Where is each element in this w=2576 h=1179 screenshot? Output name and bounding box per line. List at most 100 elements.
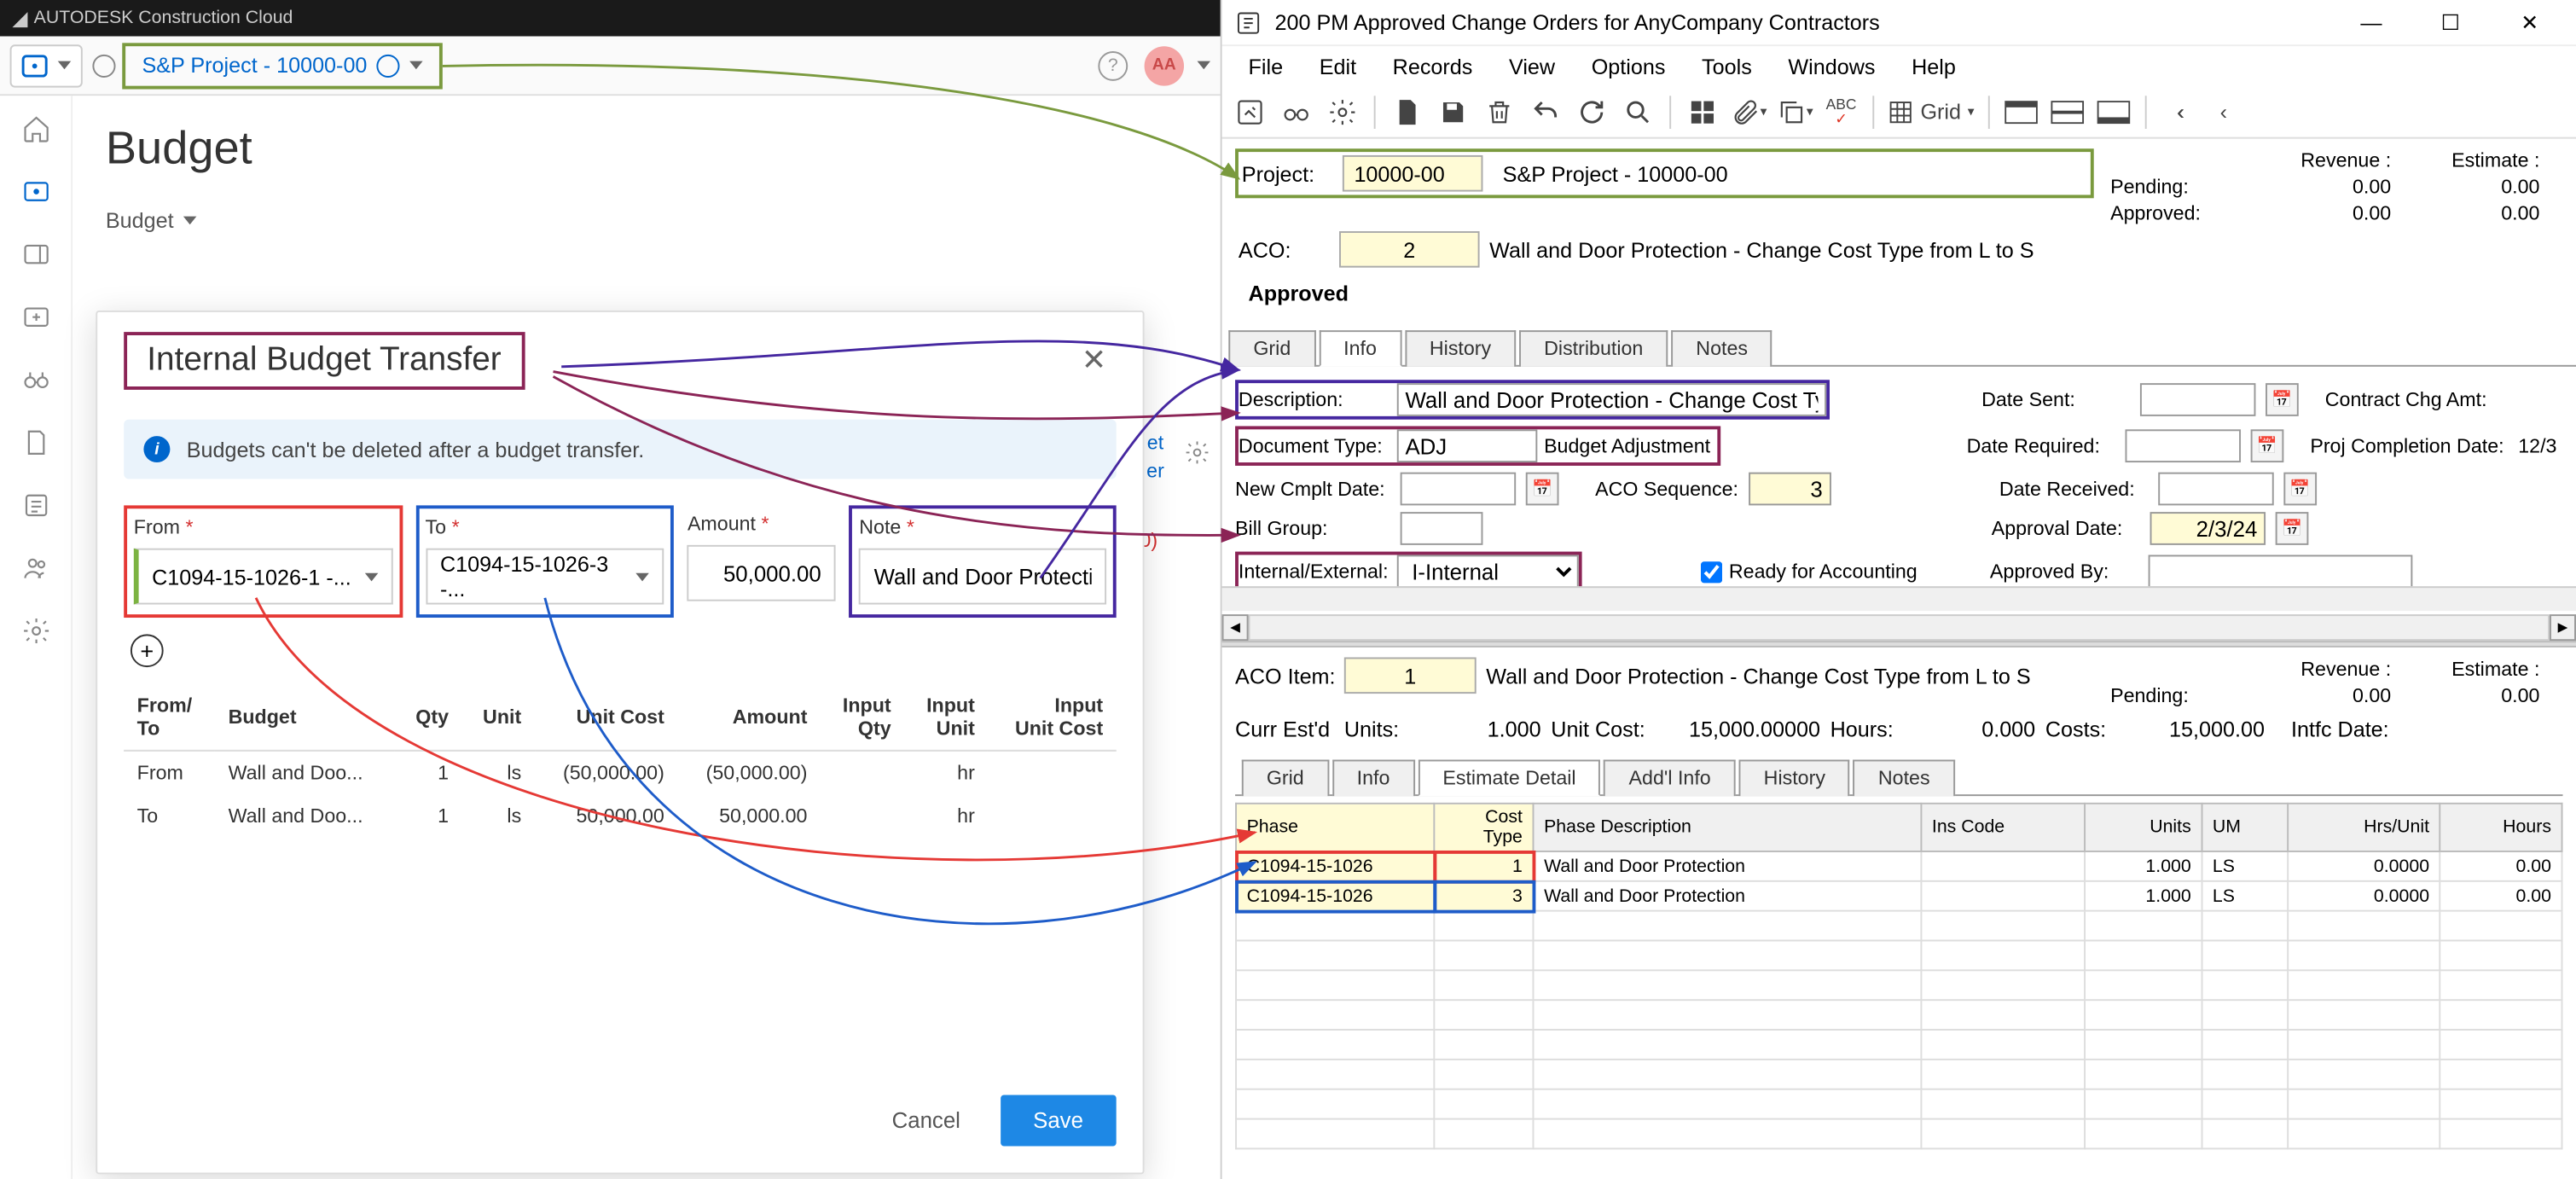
est-header[interactable]: Cost Type bbox=[1434, 804, 1533, 851]
tab-distribution[interactable]: Distribution bbox=[1519, 330, 1668, 367]
tab-addlinfo[interactable]: Add'l Info bbox=[1604, 760, 1736, 797]
home-icon[interactable] bbox=[19, 113, 52, 146]
aco-num-box[interactable]: 2 bbox=[1339, 231, 1480, 268]
menu-options[interactable]: Options bbox=[1575, 50, 1681, 82]
gear-icon[interactable] bbox=[1325, 93, 1361, 130]
binoculars-icon[interactable] bbox=[1278, 93, 1314, 130]
chevron-down-icon[interactable] bbox=[1198, 61, 1210, 70]
sub-nav[interactable]: Budget bbox=[106, 208, 1187, 233]
app-switcher[interactable] bbox=[10, 44, 83, 86]
menu-view[interactable]: View bbox=[1493, 50, 1572, 82]
from-select[interactable]: C1094-15-1026-1 -... bbox=[134, 549, 392, 605]
amount-input[interactable] bbox=[688, 545, 836, 601]
module-icon[interactable] bbox=[19, 238, 52, 271]
back-icon[interactable]: ‹ bbox=[2206, 93, 2242, 130]
splitter[interactable] bbox=[1222, 641, 2576, 648]
est-row[interactable]: C1094-15-10261Wall and Door Protection1.… bbox=[1236, 851, 2562, 881]
save-button[interactable]: Save bbox=[1000, 1095, 1116, 1147]
acoitem-box[interactable]: 1 bbox=[1344, 657, 1477, 694]
tab-notes[interactable]: Notes bbox=[1854, 760, 1955, 797]
minimize-button[interactable]: — bbox=[2338, 3, 2404, 42]
intext-select[interactable]: I-Internal bbox=[1397, 555, 1579, 588]
list-icon[interactable] bbox=[19, 489, 52, 522]
doctype-input[interactable] bbox=[1397, 429, 1538, 462]
approvedby-input[interactable] bbox=[2149, 555, 2413, 588]
doc-icon[interactable] bbox=[19, 426, 52, 459]
project-num-box[interactable]: 10000-00 bbox=[1343, 155, 1483, 192]
budget-icon[interactable] bbox=[19, 175, 52, 208]
daterec-input[interactable] bbox=[2158, 473, 2274, 506]
est-header[interactable]: UM bbox=[2202, 804, 2289, 851]
attachment-icon[interactable]: ▾ bbox=[1731, 93, 1767, 130]
acoseq-input[interactable] bbox=[1749, 473, 1831, 506]
gear-icon[interactable] bbox=[1184, 439, 1210, 471]
newcmplt-input[interactable] bbox=[1401, 473, 1517, 506]
calendar-icon[interactable]: 📅 bbox=[2276, 512, 2309, 545]
ready-checkbox[interactable]: Ready for Accounting bbox=[1701, 560, 1917, 583]
menu-tools[interactable]: Tools bbox=[1685, 50, 1768, 82]
close-button[interactable]: ✕ bbox=[2497, 3, 2562, 42]
copy-icon[interactable]: ▾ bbox=[1777, 93, 1813, 130]
edit-icon[interactable] bbox=[1232, 93, 1268, 130]
grid-view-button[interactable]: Grid ▾ bbox=[1888, 93, 1975, 130]
est-header[interactable]: Hours bbox=[2440, 804, 2562, 851]
menu-file[interactable]: File bbox=[1232, 50, 1299, 82]
calendar-icon[interactable]: 📅 bbox=[2266, 383, 2299, 416]
tab-notes[interactable]: Notes bbox=[1671, 330, 1772, 367]
calendar-icon[interactable]: 📅 bbox=[2283, 473, 2317, 506]
panel3-icon[interactable] bbox=[2095, 93, 2132, 130]
cancel-button[interactable]: Cancel bbox=[868, 1095, 983, 1147]
scroll-left-button[interactable]: ◄ bbox=[1222, 614, 1249, 641]
est-header[interactable]: Hrs/Unit bbox=[2289, 804, 2440, 851]
close-icon[interactable]: ✕ bbox=[1082, 344, 1106, 379]
tab-grid[interactable]: Grid bbox=[1228, 330, 1315, 367]
tab-info[interactable]: Info bbox=[1319, 330, 1401, 367]
calendar-icon[interactable]: 📅 bbox=[2251, 429, 2284, 462]
desc-input[interactable] bbox=[1397, 383, 1826, 416]
spellcheck-icon[interactable]: ABC✓ bbox=[1823, 93, 1859, 130]
est-header[interactable]: Phase Description bbox=[1533, 804, 1921, 851]
to-select[interactable]: C1094-15-1026-3 -... bbox=[426, 549, 664, 605]
menu-windows[interactable]: Windows bbox=[1772, 50, 1892, 82]
tab-estimatedetail[interactable]: Estimate Detail bbox=[1418, 760, 1600, 797]
note-input[interactable] bbox=[859, 549, 1106, 605]
help-icon[interactable]: ? bbox=[1098, 50, 1128, 80]
estimate-detail-table: PhaseCost TypePhase DescriptionIns CodeU… bbox=[1235, 803, 2562, 1150]
approvaldate-input[interactable] bbox=[2150, 512, 2266, 545]
datereq-input[interactable] bbox=[2126, 429, 2242, 462]
est-header[interactable]: Phase bbox=[1236, 804, 1434, 851]
tab-history[interactable]: History bbox=[1739, 760, 1850, 797]
grid-style-icon[interactable] bbox=[1685, 93, 1721, 130]
collapse-icon[interactable]: ‹‹ bbox=[2159, 93, 2196, 130]
tab-grid[interactable]: Grid bbox=[1242, 760, 1329, 797]
refresh-icon[interactable] bbox=[1574, 93, 1610, 130]
est-row[interactable]: C1094-15-10263Wall and Door Protection1.… bbox=[1236, 881, 2562, 911]
settings-icon[interactable] bbox=[19, 614, 52, 648]
panel2-icon[interactable] bbox=[2049, 93, 2086, 130]
menu-edit[interactable]: Edit bbox=[1303, 50, 1372, 82]
menu-help[interactable]: Help bbox=[1895, 50, 1973, 82]
trash-icon[interactable] bbox=[1482, 93, 1518, 130]
new-icon[interactable] bbox=[1389, 93, 1425, 130]
tab-info[interactable]: Info bbox=[1332, 760, 1415, 797]
project-selector[interactable]: S&P Project - 10000-00 bbox=[122, 42, 443, 88]
tab-history[interactable]: History bbox=[1405, 330, 1516, 367]
datesent-input[interactable] bbox=[2140, 383, 2256, 416]
billgroup-input[interactable] bbox=[1401, 512, 1483, 545]
maximize-button[interactable]: ☐ bbox=[2417, 3, 2483, 42]
scroll-right-button[interactable]: ► bbox=[2550, 614, 2576, 641]
search-icon[interactable] bbox=[1620, 93, 1656, 130]
avatar[interactable]: AA bbox=[1145, 45, 1184, 84]
undo-icon[interactable] bbox=[1528, 93, 1564, 130]
calendar-icon[interactable]: 📅 bbox=[1526, 473, 1559, 506]
add-row-button[interactable]: + bbox=[131, 634, 164, 667]
import-icon[interactable] bbox=[19, 300, 52, 334]
panel1-icon[interactable] bbox=[2002, 93, 2039, 130]
binoculars-icon[interactable] bbox=[19, 363, 52, 397]
save-icon[interactable] bbox=[1435, 93, 1471, 130]
scrollbar-horizontal[interactable] bbox=[1249, 614, 2550, 641]
est-header[interactable]: Ins Code bbox=[1921, 804, 2085, 851]
members-icon[interactable] bbox=[19, 552, 52, 585]
est-header[interactable]: Units bbox=[2086, 804, 2202, 851]
menu-records[interactable]: Records bbox=[1376, 50, 1488, 82]
